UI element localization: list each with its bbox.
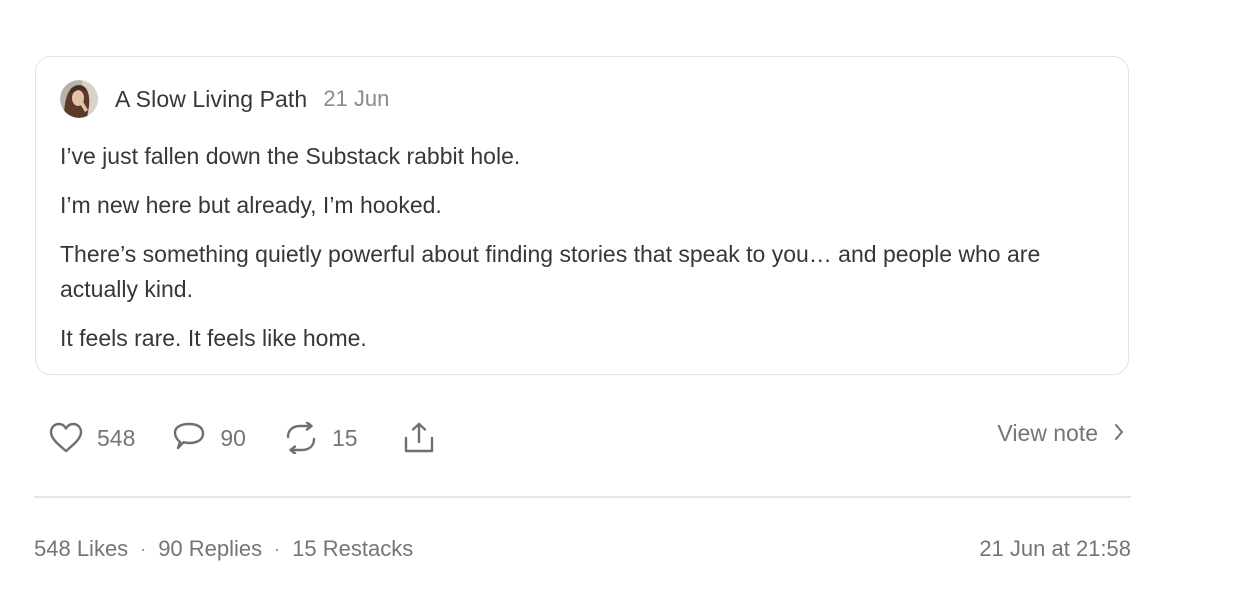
restack-button[interactable]: 15 <box>284 422 358 454</box>
note-paragraph: It feels rare. It feels like home. <box>60 325 367 351</box>
divider <box>34 496 1131 498</box>
note-header: A Slow Living Path 21 Jun <box>60 80 389 118</box>
share-button[interactable] <box>402 421 436 455</box>
reply-count: 90 <box>220 424 246 451</box>
restack-count: 15 <box>331 424 358 451</box>
note-timestamp: 21 Jun at 21:58 <box>979 536 1131 561</box>
separator-dot: · <box>140 538 147 559</box>
like-count: 548 <box>97 424 136 451</box>
note-paragraph: I’ve just fallen down the Substack rabbi… <box>60 143 521 169</box>
likes-stat[interactable]: 548 Likes <box>34 536 128 562</box>
note-body: I’ve just fallen down the Substack rabbi… <box>60 139 1110 356</box>
share-icon <box>402 421 436 455</box>
view-note-link[interactable]: View note <box>997 420 1124 447</box>
like-button[interactable]: 548 <box>49 422 135 454</box>
speech-bubble-icon <box>172 421 206 455</box>
note-date[interactable]: 21 Jun <box>323 86 389 112</box>
replies-stat[interactable]: 90 Replies <box>158 536 262 562</box>
note-stats: 548 Likes · 90 Replies · 15 Restacks <box>34 536 413 562</box>
note-paragraph: There’s something quietly powerful about… <box>60 241 1041 302</box>
restack-icon <box>284 422 318 454</box>
restacks-stat[interactable]: 15 Restacks <box>292 536 413 562</box>
chevron-right-icon <box>1098 420 1124 447</box>
view-note-label: View note <box>997 420 1098 446</box>
reply-button[interactable]: 90 <box>172 421 246 455</box>
heart-icon <box>49 422 83 454</box>
note-actions: 548 90 15 <box>49 418 436 458</box>
separator-dot: · <box>274 538 281 559</box>
author-avatar[interactable] <box>60 80 98 118</box>
note-card[interactable]: A Slow Living Path 21 Jun I’ve just fall… <box>35 56 1129 375</box>
author-name[interactable]: A Slow Living Path <box>115 86 307 113</box>
note-paragraph: I’m new here but already, I’m hooked. <box>60 192 442 218</box>
